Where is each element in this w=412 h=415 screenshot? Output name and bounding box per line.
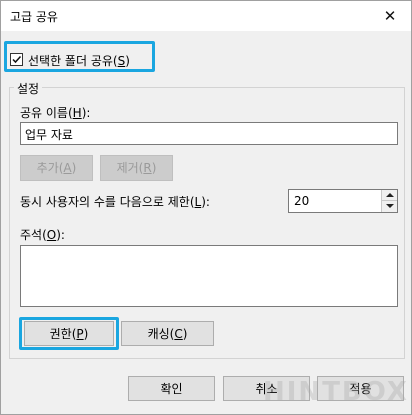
share-folder-checkbox[interactable] — [10, 53, 23, 66]
watermark: HINTBOX — [263, 377, 409, 407]
window-title: 고급 공유 — [10, 10, 58, 24]
user-limit-value[interactable]: 20 — [294, 194, 309, 208]
share-folder-label: 선택한 폴더 공유(S) — [28, 54, 130, 68]
ok-button[interactable]: 확인 — [128, 376, 215, 401]
share-name-input[interactable]: 업무 자료 — [20, 122, 398, 145]
spin-up-button[interactable] — [381, 190, 397, 201]
caching-button[interactable]: 캐싱(C) — [121, 321, 214, 346]
comment-textarea[interactable] — [20, 245, 398, 307]
advanced-sharing-dialog: 고급 공유 ✕ 선택한 폴더 공유(S) 설정 공유 이름(H): 업무 자료 … — [0, 0, 412, 415]
checkmark-icon — [12, 55, 22, 64]
user-limit-label: 동시 사용자의 수를 다음으로 제한(L): — [20, 195, 210, 209]
remove-button: 제거(R) — [100, 155, 173, 181]
add-button: 추가(A) — [20, 155, 93, 181]
user-limit-stepper[interactable]: 20 — [288, 189, 398, 213]
arrow-up-icon — [386, 193, 394, 197]
title-bar: 고급 공유 ✕ — [1, 1, 411, 31]
comment-label: 주석(O): — [20, 228, 65, 242]
spin-down-button[interactable] — [381, 201, 397, 212]
arrow-down-icon — [386, 204, 394, 208]
share-name-label: 공유 이름(H): — [20, 106, 91, 120]
close-icon[interactable]: ✕ — [379, 5, 401, 27]
permissions-button[interactable]: 권한(P) — [24, 321, 114, 346]
settings-group-title: 설정 — [14, 80, 43, 97]
